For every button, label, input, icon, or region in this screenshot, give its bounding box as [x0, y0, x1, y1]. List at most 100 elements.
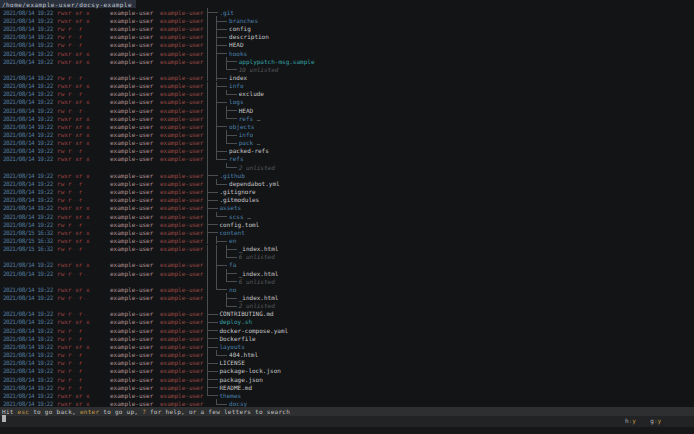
modified-date: 2021/08/14 19:22 [3, 147, 53, 155]
modified-date: 2021/08/14 19:22 [3, 196, 53, 204]
permissions: rwxr-xr-x [57, 343, 90, 351]
group: example-user [160, 294, 203, 302]
permissions: rw-r--r-- [57, 33, 90, 41]
group: example-user [160, 286, 203, 294]
group: example-user [160, 115, 203, 123]
group: example-user [160, 392, 203, 400]
modified-date: 2021/08/14 19:22 [3, 335, 53, 343]
owner: example-user [110, 98, 153, 106]
permissions: rwxr-xr-x [57, 9, 90, 17]
group: example-user [160, 123, 203, 131]
group: example-user [160, 74, 203, 82]
owner: example-user [110, 213, 153, 221]
owner: example-user [110, 90, 153, 98]
entry-name: HEAD [239, 107, 253, 115]
group: example-user [160, 261, 203, 269]
modified-date: 2021/08/14 19:22 [3, 17, 53, 25]
modified-date: 2021/08/14 19:22 [3, 343, 53, 351]
group: example-user [160, 196, 203, 204]
group: example-user [160, 82, 203, 90]
permissions: rw-r--r-- [57, 294, 90, 302]
search-input[interactable] [0, 416, 694, 427]
owner: example-user [110, 9, 153, 17]
entry-name: fa [229, 261, 236, 269]
permissions: rwxr-xr-x [57, 204, 90, 212]
entry-name: .github [220, 172, 245, 180]
group: example-user [160, 98, 203, 106]
status-bar: Hit esc to go back, enter to go up, ? fo… [0, 407, 694, 416]
modified-date: 2021/08/14 19:22 [3, 131, 53, 139]
owner: example-user [110, 123, 153, 131]
modified-date: 2021/08/14 19:22 [3, 270, 53, 278]
modified-date: 2021/08/14 19:22 [3, 82, 53, 90]
owner: example-user [110, 188, 153, 196]
permissions: rwxr-xr-x [57, 17, 90, 25]
modified-date: 2021/08/14 19:22 [3, 204, 53, 212]
modified-date: 2021/08/14 19:22 [3, 50, 53, 58]
modified-date: 2021/08/14 19:22 [3, 188, 53, 196]
modified-date: 2021/08/14 19:22 [3, 98, 53, 106]
group: example-user [160, 270, 203, 278]
owner: example-user [110, 261, 153, 269]
modified-date: 2021/08/14 19:22 [3, 221, 53, 229]
modified-date: 2021/08/15 16:32 [3, 245, 53, 253]
entry-name: layouts [220, 343, 245, 351]
entry-name: _index.html [239, 294, 279, 302]
entry-name: README.md [220, 384, 253, 392]
entry-name: pack … [239, 139, 261, 147]
modified-date: 2021/08/14 19:22 [3, 115, 53, 123]
group: example-user [160, 25, 203, 33]
group: example-user [160, 343, 203, 351]
entry-name: HEAD [229, 41, 243, 49]
owner: example-user [110, 172, 153, 180]
entry-name: no [229, 286, 236, 294]
modified-date: 2021/08/14 19:22 [3, 310, 53, 318]
owner: example-user [110, 58, 153, 66]
owner: example-user [110, 376, 153, 384]
modified-date: 2021/08/14 19:22 [3, 261, 53, 269]
group: example-user [160, 221, 203, 229]
permissions: rwxr-xr-x [57, 261, 90, 269]
group: example-user [160, 188, 203, 196]
entry-name: deploy.sh [220, 318, 253, 326]
entry-name: info [239, 131, 253, 139]
permissions: rw-r--r-- [57, 147, 90, 155]
permissions: rw-r--r-- [57, 359, 90, 367]
owner: example-user [110, 343, 153, 351]
permissions: rwxr-xr-x [57, 98, 90, 106]
group: example-user [160, 229, 203, 237]
modified-date: 2021/08/14 19:22 [3, 367, 53, 375]
modified-date: 2021/08/14 19:22 [3, 180, 53, 188]
mode-flags: h:y g:y [625, 417, 661, 425]
entry-name: applypatch-msg.sample [239, 58, 315, 66]
modified-date: 2021/08/14 19:22 [3, 286, 53, 294]
owner: example-user [110, 131, 153, 139]
permissions: rw-r--r-- [57, 25, 90, 33]
group: example-user [160, 335, 203, 343]
permissions: rwxr-xr-x [57, 318, 90, 326]
permissions: rw-r--r-- [57, 245, 90, 253]
owner: example-user [110, 384, 153, 392]
permissions: rwxr-xr-x [57, 213, 90, 221]
permissions: rw-r--r-- [57, 335, 90, 343]
modified-date: 2021/08/14 19:22 [3, 327, 53, 335]
modified-date: 2021/08/14 19:22 [3, 9, 53, 17]
permissions: rwxr-xr-x [57, 58, 90, 66]
permissions: rw-r--r-- [57, 376, 90, 384]
owner: example-user [110, 351, 153, 359]
owner: example-user [110, 155, 153, 163]
entry-name: info [229, 82, 243, 90]
permissions: rwxr-xr-x [57, 82, 90, 90]
entry-name: hooks [229, 50, 247, 58]
permissions: rwxr-xr-x [57, 172, 90, 180]
entry-name: .gitignore [220, 188, 256, 196]
entry-name: .git [220, 9, 234, 17]
permissions: rw-r--r-- [57, 90, 90, 98]
owner: example-user [110, 294, 153, 302]
entry-name: refs … [239, 115, 261, 123]
group: example-user [160, 359, 203, 367]
permissions: rw-r--r-- [57, 107, 90, 115]
owner: example-user [110, 237, 153, 245]
entry-name: assets [220, 204, 242, 212]
entry-name: _index.html [239, 245, 279, 253]
